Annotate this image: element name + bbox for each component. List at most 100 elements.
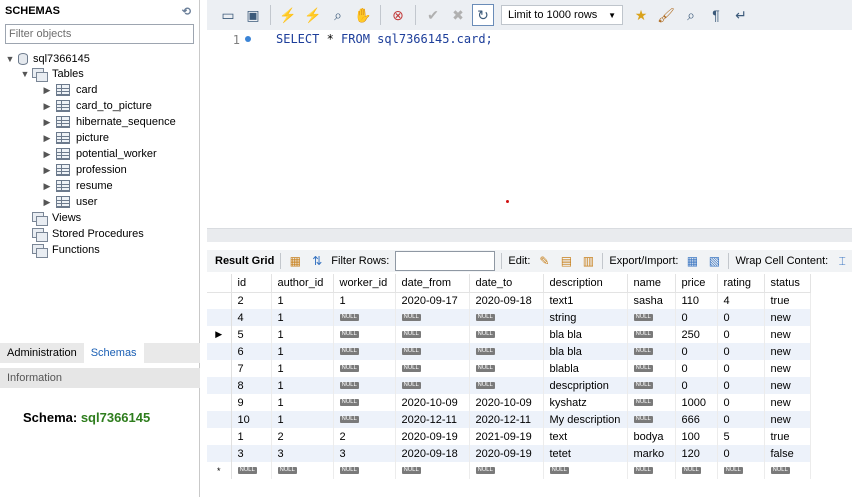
add-row-icon[interactable]: ▤ bbox=[558, 254, 574, 268]
column-header-description[interactable]: description bbox=[543, 274, 628, 293]
row-header[interactable] bbox=[207, 292, 232, 309]
cell-rating[interactable]: 0 bbox=[717, 377, 765, 394]
cell-status[interactable]: true bbox=[764, 292, 811, 309]
cell-name[interactable]: NULL bbox=[627, 326, 676, 343]
cell-author-id[interactable]: 1 bbox=[271, 292, 334, 309]
new-cell-name[interactable]: NULL bbox=[627, 462, 676, 479]
column-header-rating[interactable]: rating bbox=[717, 274, 765, 293]
cell-name[interactable]: NULL bbox=[627, 394, 676, 411]
cell-date-to[interactable]: 2020-09-19 bbox=[469, 445, 544, 462]
cell-rating[interactable]: 0 bbox=[717, 326, 765, 343]
open-file-icon[interactable]: ▭ bbox=[217, 4, 239, 26]
execute-icon[interactable]: ⚡ bbox=[277, 4, 299, 26]
cell-worker-id[interactable]: NULL bbox=[333, 394, 396, 411]
functions-node[interactable]: Functions bbox=[30, 242, 100, 258]
cell-description[interactable]: string bbox=[543, 309, 628, 326]
cell-rating[interactable]: 0 bbox=[717, 445, 765, 462]
cell-status[interactable]: new bbox=[764, 377, 811, 394]
cell-rating[interactable]: 5 bbox=[717, 428, 765, 445]
cell-date-from[interactable]: NULL bbox=[395, 377, 470, 394]
cell-description[interactable]: My description bbox=[543, 411, 628, 428]
cell-id[interactable]: 10 bbox=[231, 411, 272, 428]
expand-arrow-icon[interactable]: ▶ bbox=[42, 133, 52, 144]
column-header-date-from[interactable]: date_from bbox=[395, 274, 470, 293]
rollback-icon[interactable]: ✖ bbox=[447, 4, 469, 26]
cell-worker-id[interactable]: NULL bbox=[333, 377, 396, 394]
cell-rating[interactable]: 0 bbox=[717, 411, 765, 428]
cell-author-id[interactable]: 1 bbox=[271, 326, 334, 343]
cell-description[interactable]: bla bla bbox=[543, 326, 628, 343]
refresh-icon[interactable]: ⟲ bbox=[182, 5, 191, 18]
cell-date-from[interactable]: 2020-12-11 bbox=[395, 411, 470, 428]
cell-date-from[interactable]: 2020-09-17 bbox=[395, 292, 470, 309]
cell-name[interactable]: NULL bbox=[627, 411, 676, 428]
table-row[interactable]: 7 1 NULL NULL NULL blabla NULL 0 0 new bbox=[207, 360, 811, 377]
filter-rows-input[interactable] bbox=[395, 251, 496, 271]
cell-worker-id[interactable]: NULL bbox=[333, 411, 396, 428]
cell-author-id[interactable]: 1 bbox=[271, 394, 334, 411]
cell-description[interactable]: blabla bbox=[543, 360, 628, 377]
cell-status[interactable]: true bbox=[764, 428, 811, 445]
cell-name[interactable]: NULL bbox=[627, 377, 676, 394]
cell-date-to[interactable]: 2020-09-18 bbox=[469, 292, 544, 309]
cell-date-to[interactable]: 2021-09-19 bbox=[469, 428, 544, 445]
column-header-author-id[interactable]: author_id bbox=[271, 274, 334, 293]
row-header[interactable] bbox=[207, 394, 232, 411]
wrap-lines-icon[interactable]: ↵ bbox=[730, 4, 752, 26]
cell-status[interactable]: new bbox=[764, 343, 811, 360]
cell-rating[interactable]: 0 bbox=[717, 360, 765, 377]
column-header-id[interactable]: id bbox=[231, 274, 272, 293]
refresh-results-icon[interactable]: ⇅ bbox=[309, 254, 325, 268]
cell-price[interactable]: 0 bbox=[675, 360, 718, 377]
cell-name[interactable]: NULL bbox=[627, 343, 676, 360]
cell-rating[interactable]: 0 bbox=[717, 309, 765, 326]
add-snippet-icon[interactable]: ★ bbox=[630, 4, 652, 26]
cell-status[interactable]: false bbox=[764, 445, 811, 462]
toggle-error-icon[interactable]: ⊗ bbox=[387, 4, 409, 26]
expand-arrow-icon[interactable]: ▶ bbox=[42, 117, 52, 128]
column-header-date-to[interactable]: date_to bbox=[469, 274, 544, 293]
panel-splitter[interactable] bbox=[207, 228, 852, 242]
cell-id[interactable]: 8 bbox=[231, 377, 272, 394]
cell-author-id[interactable]: 2 bbox=[271, 428, 334, 445]
table-row[interactable]: 10 1 NULL 2020-12-11 2020-12-11 My descriptio… bbox=[207, 411, 811, 428]
new-cell-date-from[interactable]: NULL bbox=[395, 462, 470, 479]
cell-id[interactable]: 6 bbox=[231, 343, 272, 360]
cell-price[interactable]: 0 bbox=[675, 377, 718, 394]
table-row[interactable]: 2 1 1 2020-09-17 2020-09-18 text1 sasha 110 4 tru… bbox=[207, 292, 811, 309]
table-row[interactable]: 4 1 NULL NULL NULL string NULL 0 0 new bbox=[207, 309, 811, 326]
tab-administration[interactable]: Administration bbox=[0, 343, 84, 363]
cell-author-id[interactable]: 3 bbox=[271, 445, 334, 462]
cell-price[interactable]: 110 bbox=[675, 292, 718, 309]
wrap-cell-icon[interactable]: ⌶ bbox=[834, 254, 850, 268]
cell-date-to[interactable]: NULL bbox=[469, 343, 544, 360]
table-node-card[interactable]: ▶ card bbox=[42, 82, 97, 98]
cell-author-id[interactable]: 1 bbox=[271, 360, 334, 377]
table-row[interactable]: 6 1 NULL NULL NULL bla bla NULL 0 0 new bbox=[207, 343, 811, 360]
table-node-hibernate-sequence[interactable]: ▶ hibernate_sequence bbox=[42, 114, 176, 130]
cell-rating[interactable]: 0 bbox=[717, 394, 765, 411]
column-header-price[interactable]: price bbox=[675, 274, 718, 293]
cell-rating[interactable]: 4 bbox=[717, 292, 765, 309]
column-header-worker-id[interactable]: worker_id bbox=[333, 274, 396, 293]
edit-row-icon[interactable]: ✎ bbox=[536, 254, 552, 268]
expand-arrow-icon[interactable]: ▶ bbox=[42, 85, 52, 96]
save-icon[interactable]: ▣ bbox=[242, 4, 264, 26]
cell-worker-id[interactable]: 3 bbox=[333, 445, 396, 462]
row-header[interactable] bbox=[207, 445, 232, 462]
collapse-arrow-icon[interactable]: ▼ bbox=[20, 69, 30, 79]
invisible-chars-icon[interactable]: ¶ bbox=[705, 4, 727, 26]
table-node-resume[interactable]: ▶ resume bbox=[42, 178, 113, 194]
limit-rows-select[interactable]: Limit to 1000 rows ▼ bbox=[501, 5, 623, 25]
column-header-status[interactable]: status bbox=[764, 274, 811, 293]
cell-id[interactable]: 7 bbox=[231, 360, 272, 377]
cell-id[interactable]: 5 bbox=[231, 326, 272, 343]
filter-objects-field[interactable] bbox=[5, 24, 194, 44]
table-row[interactable]: 8 1 NULL NULL NULL descpription NULL 0 0 new bbox=[207, 377, 811, 394]
new-cell-rating[interactable]: NULL bbox=[717, 462, 765, 479]
new-cell-date-to[interactable]: NULL bbox=[469, 462, 544, 479]
cell-worker-id[interactable]: NULL bbox=[333, 326, 396, 343]
row-header[interactable] bbox=[207, 343, 232, 360]
cell-status[interactable]: new bbox=[764, 309, 811, 326]
cell-status[interactable]: new bbox=[764, 360, 811, 377]
